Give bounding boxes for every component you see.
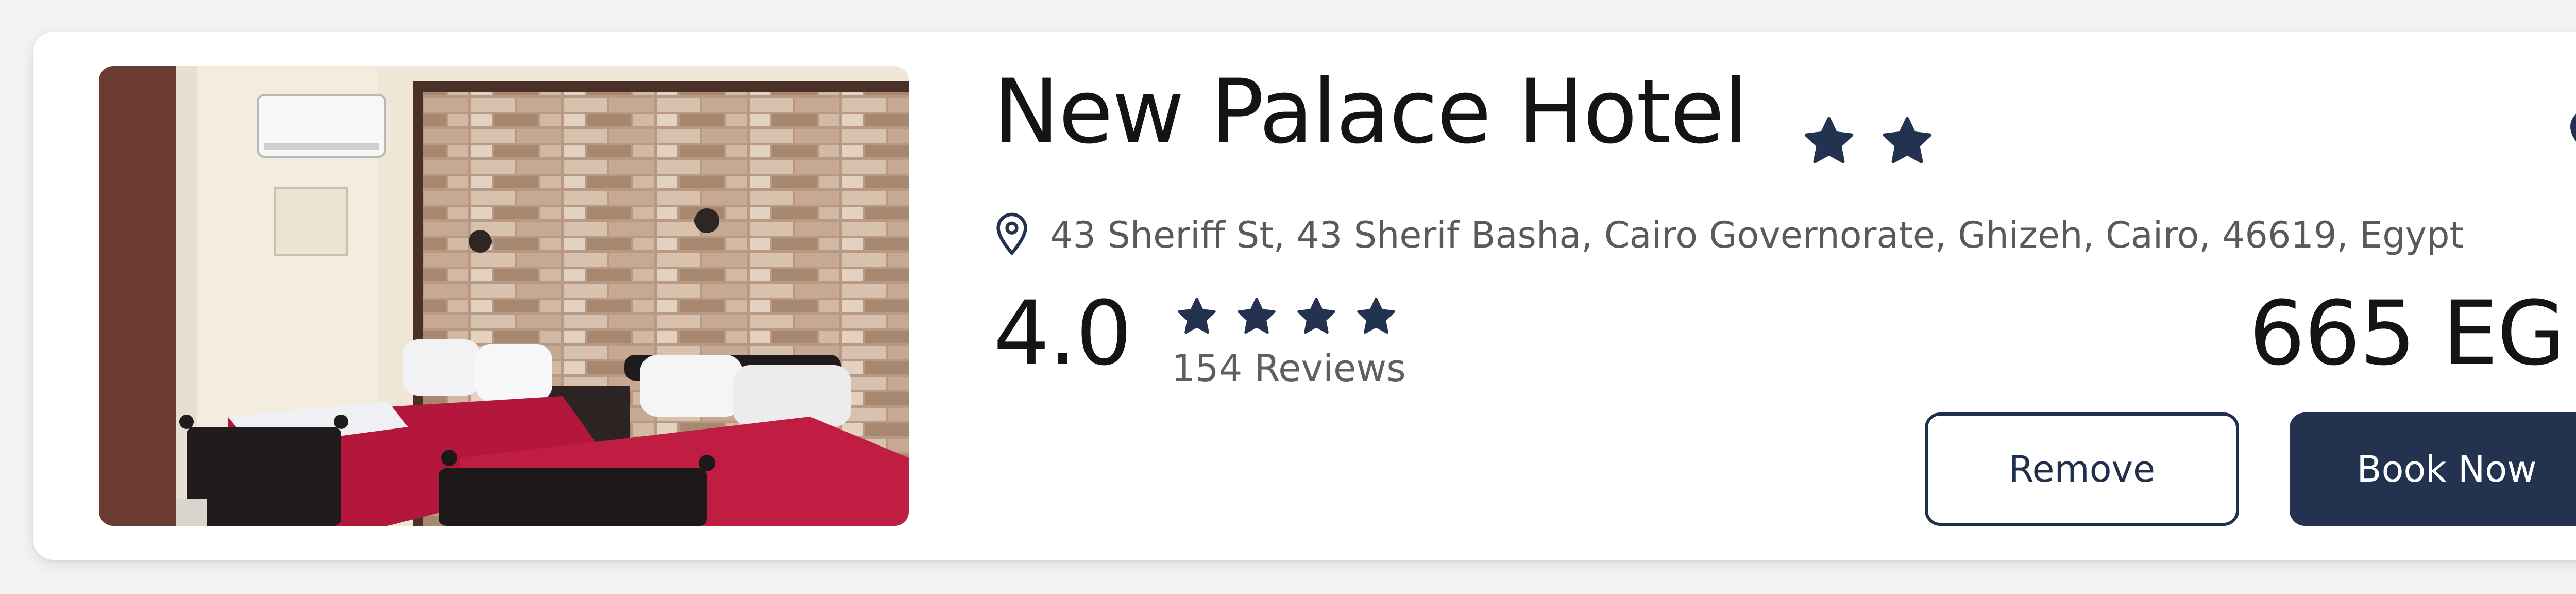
hotel-address: 43 Sheriff St, 43 Sherif Basha, Cairo Go… (1050, 214, 2464, 256)
hotel-class-stars (1800, 113, 1936, 171)
hotel-photo[interactable] (99, 66, 909, 526)
rating-stars (1175, 295, 1398, 340)
star-icon (1175, 295, 1219, 340)
book-now-button[interactable]: Book Now (2290, 412, 2576, 526)
price: 665 EG (2249, 282, 2566, 385)
star-icon (1878, 113, 1936, 171)
hotel-card: New Palace Hotel 43 Sheriff St, 43 Sheri… (33, 32, 2576, 560)
rating-value: 4.0 (993, 282, 1132, 385)
star-icon (1294, 295, 1338, 340)
hotel-room-image (99, 66, 909, 526)
remove-button[interactable]: Remove (1925, 412, 2239, 526)
star-icon (1234, 295, 1279, 340)
star-icon (1800, 113, 1858, 171)
favorite-heart-icon[interactable] (2563, 104, 2576, 161)
map-pin-icon (993, 211, 1030, 259)
address-row: 43 Sheriff St, 43 Sherif Basha, Cairo Go… (993, 211, 2464, 259)
review-count[interactable]: 154 Reviews (1172, 346, 1406, 390)
hotel-name: New Palace Hotel (993, 60, 1748, 163)
star-icon (1354, 295, 1398, 340)
